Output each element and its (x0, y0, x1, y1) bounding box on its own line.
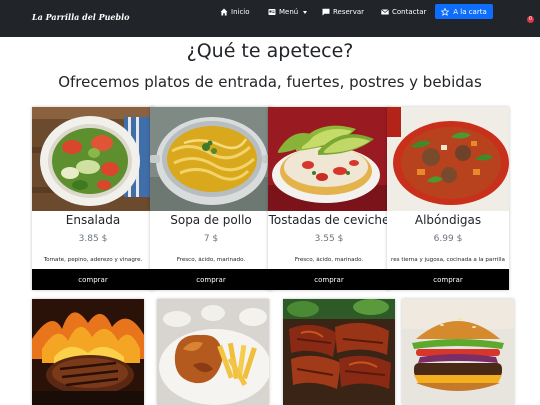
grilled-steak-photo (32, 299, 144, 405)
nav-link-inicio[interactable]: Inicio (220, 7, 250, 17)
product-card: Tostadas de ceviche 3.55 $ Fresco, ácido… (268, 107, 390, 290)
a-la-carta-button[interactable]: A la carta (435, 4, 493, 19)
product-card (402, 299, 514, 405)
product-card: Ensalada 3.85 $ Tomate, pepino, aderezo … (32, 107, 154, 290)
chat-icon (322, 8, 330, 16)
navbar: La Parrilla del Pueblo Inicio Menú Reser… (0, 0, 540, 37)
product-name: Tostadas de ceviche (268, 213, 390, 227)
menu-card-icon (268, 8, 276, 16)
product-name: Ensalada (65, 213, 121, 227)
cart-count-badge[interactable]: 0 (527, 16, 534, 23)
product-card (32, 299, 144, 405)
nav-link-menu[interactable]: Menú (268, 7, 308, 17)
bbq-ribs-photo (283, 299, 395, 405)
product-price: 6.99 $ (433, 234, 463, 244)
brand-logo[interactable]: La Parrilla del Pueblo (32, 12, 130, 22)
ceviche-tostadas-photo (268, 107, 390, 211)
product-description: Tomate, pepino, aderezo y vinagre. (43, 257, 143, 263)
nav-link-contactar[interactable]: Contactar (381, 7, 426, 17)
nav-link-label: Contactar (392, 8, 427, 16)
buy-button[interactable]: comprar (150, 269, 272, 290)
product-card: Sopa de pollo 7 $ Fresco, ácido, marinad… (150, 107, 272, 290)
buy-button[interactable]: comprar (268, 269, 390, 290)
product-card (157, 299, 269, 405)
nav-link-reservar[interactable]: Reservar (322, 7, 364, 17)
chicken-noodle-soup-photo (150, 107, 272, 211)
burger-photo (402, 299, 514, 405)
a-la-carta-label: A la carta (453, 7, 487, 16)
product-price: 3.55 $ (314, 234, 344, 244)
nav-link-label: Reservar (333, 8, 364, 16)
product-name: Sopa de pollo (170, 213, 252, 227)
nav-link-label: Inicio (231, 8, 250, 16)
roast-chicken-fries-photo (157, 299, 269, 405)
page-title: ¿Qué te apetece? (186, 40, 354, 62)
buy-button[interactable]: comprar (387, 269, 509, 290)
product-card: Albóndigas 6.99 $ res tierna y jugosa, c… (387, 107, 509, 290)
product-description: Fresco, ácido, marinado. (294, 257, 364, 263)
page-subtitle: Ofrecemos platos de entrada, fuertes, po… (58, 73, 482, 91)
star-icon (441, 7, 450, 16)
meatball-soup-photo (387, 107, 509, 211)
salad-photo (32, 107, 154, 211)
chevron-down-icon (303, 10, 308, 14)
product-price: 7 $ (203, 234, 219, 244)
home-icon (220, 8, 228, 16)
product-description: Fresco, ácido, marinado. (176, 257, 246, 263)
product-name: Albóndigas (414, 213, 482, 227)
buy-button[interactable]: comprar (32, 269, 154, 290)
product-card (283, 299, 395, 405)
product-price: 3.85 $ (78, 234, 108, 244)
nav-link-label: Menú (279, 8, 299, 16)
envelope-icon (381, 8, 389, 16)
product-description: res tierna y jugosa, cocinada a la parri… (391, 257, 505, 263)
